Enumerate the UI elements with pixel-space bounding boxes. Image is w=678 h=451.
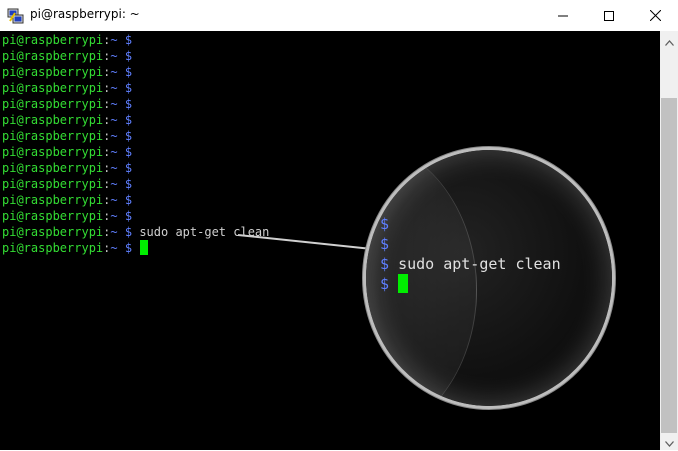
magnifier-line: $ sudo apt-get clean	[380, 254, 561, 274]
putty-window: pi@raspberrypi: ~ pi@raspberrypi:~ $ pi@…	[0, 0, 678, 450]
magnifier-line: $	[380, 274, 409, 294]
magnifier-prompt-symbol: $	[380, 255, 390, 273]
magnifier-prompt-symbol: $	[380, 275, 390, 293]
magnifier-command-text: sudo apt-get clean	[398, 255, 561, 273]
magnifier-cursor	[398, 274, 409, 293]
magnifier-prompt-symbol: $	[380, 235, 390, 253]
magnifier-callout: $ $ $ sudo apt-get clean $	[366, 150, 612, 406]
magnifier-line: $	[380, 214, 398, 234]
magnifier-line: $	[380, 234, 398, 254]
magnifier-prompt-symbol: $	[380, 215, 390, 233]
